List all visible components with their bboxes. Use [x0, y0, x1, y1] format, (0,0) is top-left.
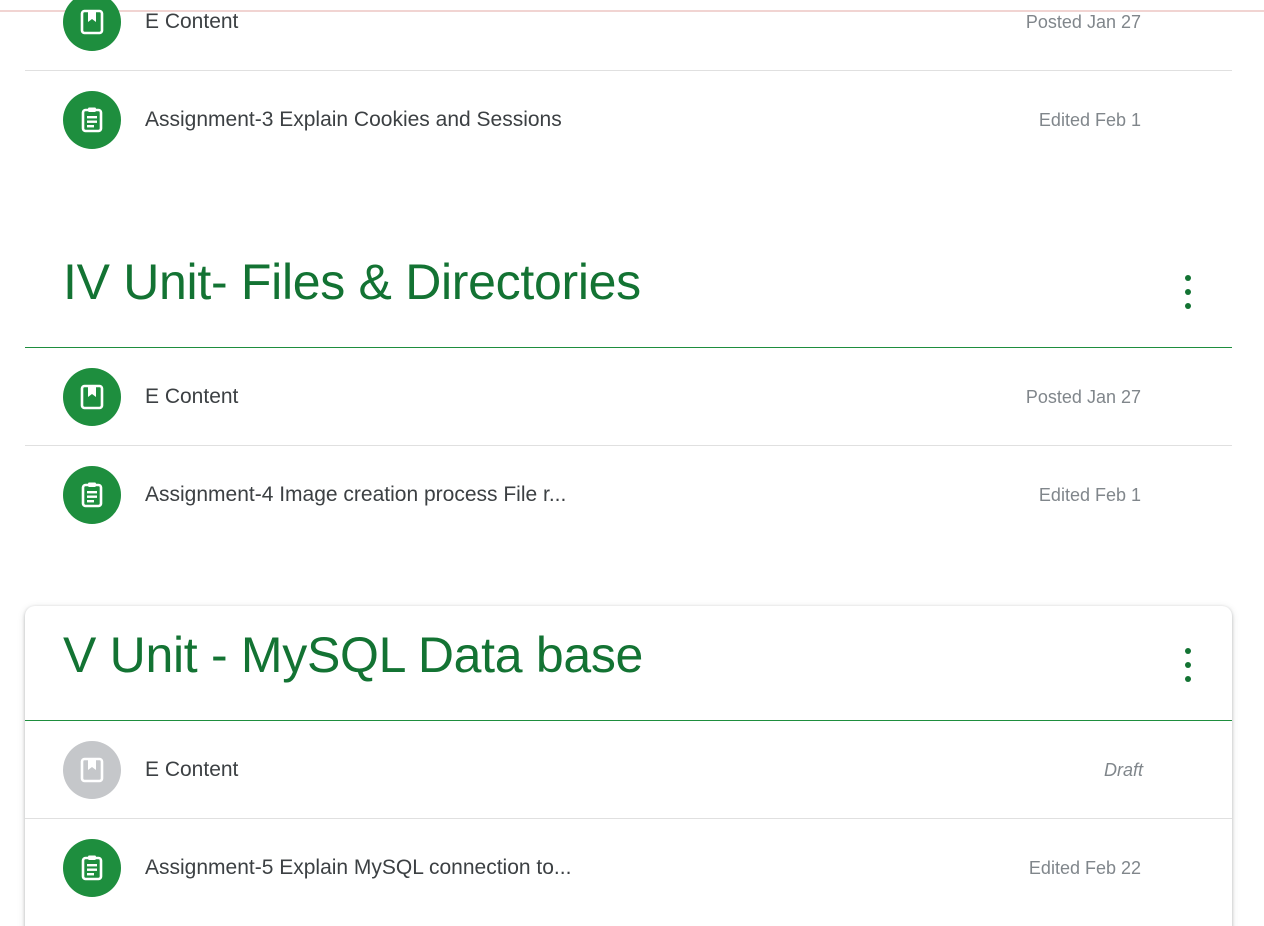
topic-title: V Unit - MySQL Data base — [63, 627, 644, 683]
material-row[interactable]: E Content Posted Jan 27 — [25, 0, 1232, 71]
material-row[interactable]: E Content Posted Jan 27 — [25, 348, 1232, 446]
material-bookmark-icon — [63, 741, 121, 799]
edited-date: Edited Feb 1 — [1038, 110, 1141, 130]
edited-date: Edited Feb 1 — [1038, 485, 1141, 505]
draft-label: Draft — [1103, 760, 1143, 780]
material-row[interactable]: E Content Draft — [25, 721, 1232, 819]
material-bookmark-icon — [63, 368, 121, 426]
classwork-page: E Content Posted Jan 27 Assignment-3 Exp… — [0, 0, 1264, 926]
section-5-card: V Unit - MySQL Data base E Content Draft — [25, 606, 1232, 926]
assignment-clipboard-icon — [63, 839, 121, 897]
more-options-icon[interactable] — [1174, 275, 1202, 309]
more-options-icon[interactable] — [1174, 648, 1202, 682]
material-bookmark-icon — [63, 0, 121, 51]
section-4: IV Unit- Files & Directories E Content P… — [25, 233, 1232, 544]
section-3-list: E Content Posted Jan 27 Assignment-3 Exp… — [25, 0, 1232, 169]
material-title[interactable]: E Content — [145, 348, 238, 446]
assignment-title[interactable]: Assignment-5 Explain MySQL connection to… — [145, 819, 571, 917]
topic-title: IV Unit- Files & Directories — [63, 254, 641, 310]
edited-date: Edited Feb 22 — [1028, 858, 1141, 878]
assignment-title[interactable]: Assignment-4 Image creation process File… — [145, 446, 566, 544]
topic-header: IV Unit- Files & Directories — [25, 233, 1232, 348]
material-title[interactable]: E Content — [145, 721, 238, 819]
posted-date: Posted Jan 27 — [1025, 387, 1141, 407]
assignment-title[interactable]: Assignment-3 Explain Cookies and Session… — [145, 71, 562, 169]
topic-header: V Unit - MySQL Data base — [25, 606, 1232, 721]
assignment-clipboard-icon — [63, 466, 121, 524]
assignment-clipboard-icon — [63, 91, 121, 149]
assignment-row[interactable]: Assignment-4 Image creation process File… — [25, 446, 1232, 544]
material-title[interactable]: E Content — [145, 0, 238, 71]
assignment-row[interactable]: Assignment-5 Explain MySQL connection to… — [25, 819, 1232, 917]
assignment-row[interactable]: Assignment-3 Explain Cookies and Session… — [25, 71, 1232, 169]
posted-date: Posted Jan 27 — [1025, 12, 1141, 32]
